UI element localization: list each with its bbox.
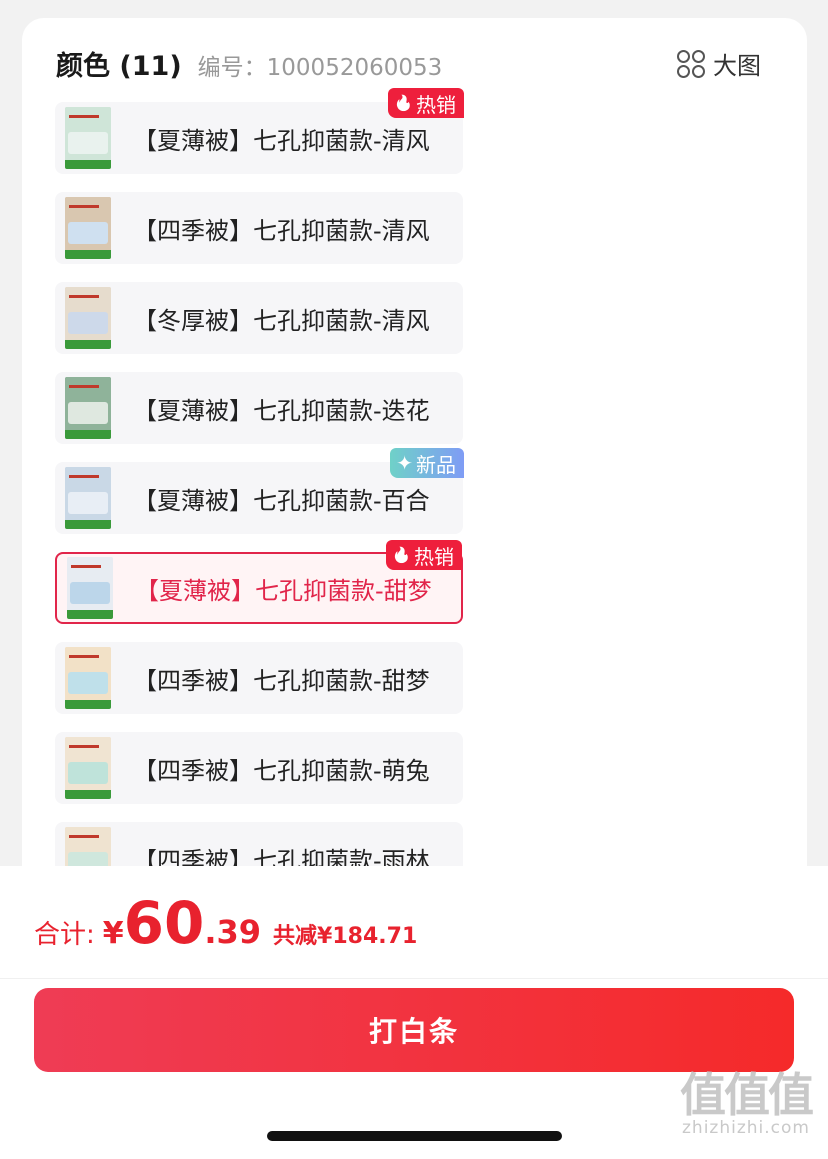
- grid-circles-icon: [677, 49, 705, 78]
- color-title: 颜色 (11): [56, 51, 182, 82]
- color-header: 颜色 (11) 编号：100052060053: [56, 44, 442, 82]
- big-view-button[interactable]: 大图: [677, 46, 761, 81]
- color-option-label: 【四季被】七孔抑菌款-萌兔: [133, 756, 430, 785]
- color-selector-panel: 颜色 (11) 编号：100052060053 大图 【夏薄被】七孔抑菌款-清风…: [22, 18, 807, 918]
- discount-text: 共减¥184.71: [273, 924, 418, 949]
- color-option[interactable]: 【夏薄被】七孔抑菌款-百合 ✦ 新品: [55, 448, 464, 534]
- product-thumbnail: [65, 197, 111, 259]
- badge-text: 新品: [416, 452, 456, 477]
- baitiao-pay-button[interactable]: 打白条: [34, 988, 794, 1072]
- big-view-label: 大图: [713, 52, 761, 80]
- sku-number: 编号：100052060053: [197, 55, 443, 81]
- color-option-label: 【夏薄被】七孔抑菌款-百合: [133, 486, 430, 515]
- flame-icon: 🔥: [392, 546, 411, 564]
- sparkle-icon: ✦: [396, 451, 413, 475]
- home-indicator[interactable]: [267, 1131, 562, 1141]
- watermark-url: zhizhizhi.com: [682, 1118, 810, 1138]
- product-thumbnail: [65, 467, 111, 529]
- price-integer: 60: [123, 889, 205, 957]
- color-option-label: 【夏薄被】七孔抑菌款-迭花: [133, 396, 430, 425]
- total-label: 合计:: [34, 920, 95, 950]
- total-price: 合计: ¥ 60 .39 共减¥184.71: [34, 894, 417, 952]
- color-option-label: 【冬厚被】七孔抑菌款-清风: [133, 306, 430, 335]
- new-product-badge: ✦ 新品: [390, 448, 464, 478]
- price-decimal: .39: [204, 913, 262, 951]
- color-option-label: 【夏薄被】七孔抑菌款-甜梦: [135, 576, 432, 605]
- color-option-label: 【四季被】七孔抑菌款-甜梦: [133, 666, 430, 695]
- currency-symbol: ¥: [102, 916, 124, 951]
- product-thumbnail: [65, 377, 111, 439]
- flame-icon: 🔥: [394, 94, 413, 112]
- product-thumbnail: [65, 287, 111, 349]
- color-option[interactable]: 【冬厚被】七孔抑菌款-清风: [55, 282, 463, 354]
- badge-text: 热销: [416, 92, 456, 117]
- watermark: 值值值 zhizhizhi.com: [676, 1072, 816, 1138]
- hot-sale-badge: 🔥 热销: [388, 88, 464, 118]
- color-option[interactable]: 【四季被】七孔抑菌款-清风: [55, 192, 463, 264]
- watermark-logo: 值值值: [680, 1068, 814, 1122]
- divider: [0, 978, 828, 979]
- color-option[interactable]: 【夏薄被】七孔抑菌款-迭花: [55, 372, 463, 444]
- product-thumbnail: [65, 737, 111, 799]
- color-option-label: 【夏薄被】七孔抑菌款-清风: [133, 126, 430, 155]
- hot-sale-badge: 🔥 热销: [386, 540, 462, 570]
- color-option[interactable]: 【夏薄被】七孔抑菌款-清风 🔥 热销: [55, 88, 464, 174]
- badge-text: 热销: [414, 544, 454, 569]
- color-option[interactable]: 【夏薄被】七孔抑菌款-甜梦 🔥 热销: [55, 540, 463, 624]
- product-thumbnail: [65, 107, 111, 169]
- color-option[interactable]: 【四季被】七孔抑菌款-甜梦: [55, 642, 463, 714]
- product-thumbnail: [65, 647, 111, 709]
- color-option[interactable]: 【四季被】七孔抑菌款-萌兔: [55, 732, 463, 804]
- product-thumbnail: [67, 557, 113, 619]
- color-option-label: 【四季被】七孔抑菌款-清风: [133, 216, 430, 245]
